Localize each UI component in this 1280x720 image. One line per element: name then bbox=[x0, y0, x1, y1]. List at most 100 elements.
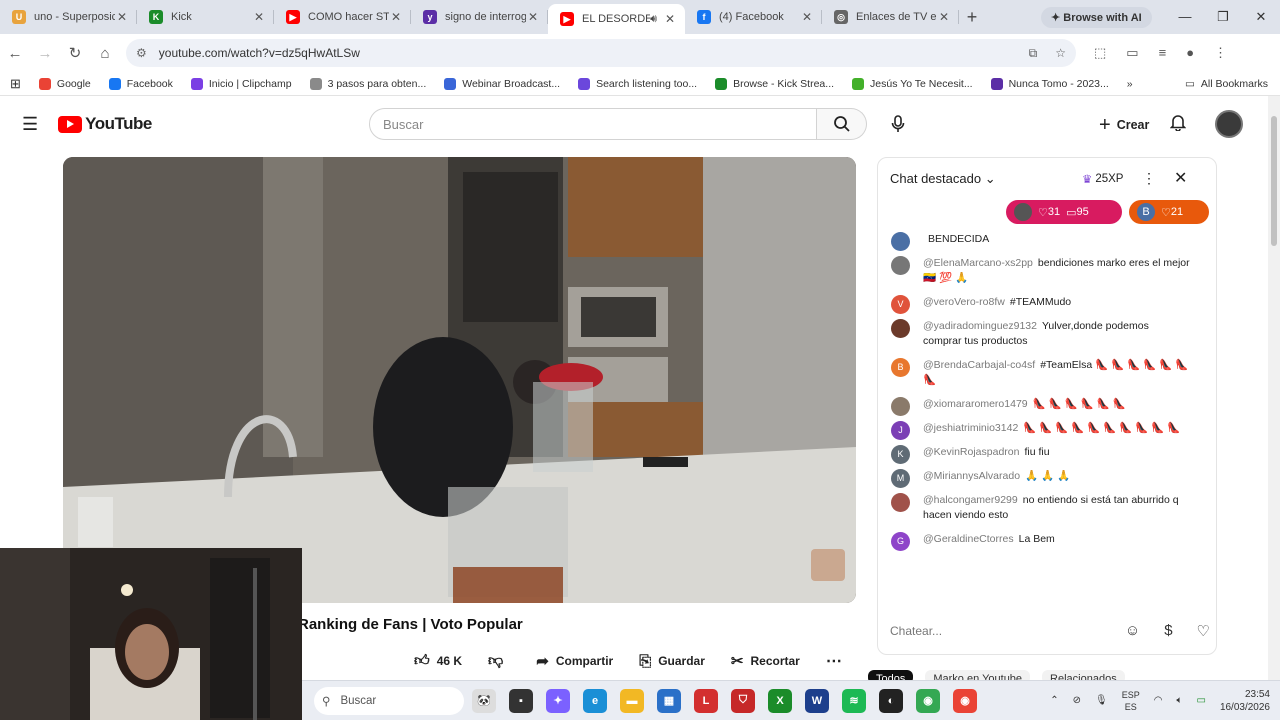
chat-avatar[interactable]: M bbox=[891, 469, 910, 488]
chat-avatar[interactable] bbox=[891, 493, 910, 512]
clock[interactable]: 23:54 16/03/2026 bbox=[1220, 688, 1270, 714]
media-icon[interactable]: ≡ bbox=[1159, 45, 1167, 61]
chat-avatar[interactable]: V bbox=[891, 295, 910, 314]
chat-author[interactable]: @jeshiatriminio3142 bbox=[923, 422, 1018, 434]
chat-author[interactable]: @ElenaMarcano-xs2pp bbox=[923, 257, 1033, 269]
chat-author[interactable]: @GeraldineCtorres bbox=[923, 533, 1014, 545]
engagement-pill-1[interactable]: ♡ 31 ▭ 95 bbox=[1006, 200, 1122, 224]
install-app-icon[interactable]: ⧉ bbox=[1029, 46, 1038, 61]
site-info-icon[interactable]: ⚙ bbox=[136, 46, 147, 60]
browser-tab[interactable]: ▶ COMO hacer STR ✕ bbox=[274, 0, 411, 34]
mic-icon[interactable] bbox=[884, 110, 912, 138]
chat-avatar[interactable]: B bbox=[891, 358, 910, 377]
wifi-icon[interactable]: ◠ bbox=[1154, 695, 1163, 706]
forward-icon[interactable]: → bbox=[30, 45, 60, 62]
copilot-icon[interactable]: ✦ bbox=[546, 688, 570, 713]
minimize-icon[interactable]: — bbox=[1166, 9, 1204, 25]
engagement-pill-2[interactable]: B ♡ 21 bbox=[1129, 200, 1209, 224]
back-icon[interactable]: ← bbox=[0, 45, 30, 62]
clip-button[interactable]: ✂ Recortar bbox=[731, 652, 800, 670]
panda-icon[interactable]: 🐼 bbox=[472, 688, 496, 713]
tab-close-icon[interactable]: ✕ bbox=[800, 10, 814, 24]
share-button[interactable]: ➦ Compartir bbox=[536, 652, 613, 670]
page-scrollbar[interactable] bbox=[1268, 96, 1280, 680]
dislike-button[interactable]: 👎︎ bbox=[488, 652, 510, 670]
save-button[interactable]: ⎘ Guardar bbox=[639, 653, 705, 670]
browse-with-ai-button[interactable]: ✦ Browse with AI bbox=[1041, 6, 1152, 28]
taskbar-search[interactable]: ⚲ Buscar bbox=[314, 686, 464, 715]
bookmark-item[interactable]: Jesús Yo Te Necesit... bbox=[852, 77, 973, 90]
menu-icon[interactable]: ☰ bbox=[22, 114, 38, 135]
chat-mode-dropdown[interactable]: Chat destacado ⌄ bbox=[890, 171, 996, 187]
chat-author[interactable]: @yadiradominguez9132 bbox=[923, 320, 1037, 332]
notifications-bell-icon[interactable] bbox=[1169, 113, 1187, 136]
chat-avatar[interactable] bbox=[891, 319, 910, 338]
edge-icon[interactable]: e bbox=[583, 688, 607, 713]
tab-close-icon[interactable]: ✕ bbox=[252, 10, 266, 24]
chat-scrollbar[interactable] bbox=[1196, 236, 1200, 606]
home-icon[interactable]: ⌂ bbox=[90, 45, 120, 62]
create-button[interactable]: + Crear bbox=[1087, 110, 1161, 140]
browser-tab[interactable]: K Kick ✕ bbox=[137, 0, 274, 34]
webex-icon[interactable]: W bbox=[805, 688, 829, 713]
tab-close-icon[interactable]: ✕ bbox=[115, 10, 129, 24]
bookmark-item[interactable]: Search listening too... bbox=[578, 77, 697, 90]
bookmark-item[interactable]: Browse - Kick Strea... bbox=[715, 77, 834, 90]
volume-icon[interactable]: 🔈︎ bbox=[1176, 695, 1182, 706]
sidebar-icon[interactable]: ▭ bbox=[1126, 45, 1138, 61]
chat-author[interactable]: @veroVero-ro8fw bbox=[923, 296, 1005, 308]
chat-author[interactable]: @BrendaCarbajal-co4sf bbox=[923, 359, 1035, 371]
heart-icon[interactable]: ♡ bbox=[1197, 622, 1210, 640]
chat-avatar[interactable] bbox=[891, 256, 910, 275]
browser-menu-icon[interactable]: ⋮ bbox=[1214, 45, 1227, 61]
xp-badge[interactable]: ♛ 25XP bbox=[1082, 172, 1123, 186]
apps-grid-icon[interactable]: ⊞ bbox=[10, 76, 21, 92]
account-avatar[interactable] bbox=[1215, 110, 1243, 138]
chat-menu-icon[interactable]: ⋮ bbox=[1142, 170, 1156, 187]
chrome-icon[interactable]: ◉ bbox=[916, 688, 940, 713]
no-network-icon[interactable]: ⊘ bbox=[1073, 695, 1081, 706]
super-chat-icon[interactable]: $ bbox=[1164, 622, 1172, 640]
chat-avatar[interactable] bbox=[891, 232, 910, 251]
browser-tab[interactable]: y signo de interrog ✕ bbox=[411, 0, 548, 34]
profile-icon[interactable]: ● bbox=[1186, 45, 1194, 61]
video-player[interactable] bbox=[63, 157, 856, 603]
chat-avatar[interactable]: K bbox=[891, 445, 910, 464]
youtube-logo[interactable]: YouTube bbox=[58, 114, 152, 134]
spotify-icon[interactable]: ≋ bbox=[842, 688, 866, 713]
bookmark-star-icon[interactable]: ☆ bbox=[1055, 46, 1066, 61]
more-actions-icon[interactable]: ⋯ bbox=[826, 651, 842, 671]
app-dark-icon[interactable]: ◐ bbox=[879, 688, 903, 713]
window-close-icon[interactable]: ✕ bbox=[1242, 9, 1280, 25]
chat-avatar[interactable] bbox=[891, 397, 910, 416]
address-bar[interactable]: ⚙ youtube.com/watch?v=dz5qHwAtLSw ⧉ ☆ bbox=[126, 39, 1076, 67]
browser-tab[interactable]: ◎ Enlaces de TV en ✕ bbox=[822, 0, 959, 34]
speaker-icon[interactable]: 🔊︎ bbox=[650, 13, 657, 26]
bookmarks-overflow-icon[interactable]: » bbox=[1127, 78, 1133, 90]
bookmark-item[interactable]: Inicio | Clipchamp bbox=[190, 77, 292, 90]
chevron-up-icon[interactable]: ⌃ bbox=[1050, 695, 1058, 706]
chat-author[interactable]: @halcongamer9299 bbox=[923, 494, 1018, 506]
search-input[interactable]: Buscar bbox=[369, 108, 817, 140]
all-bookmarks-button[interactable]: ▭ All Bookmarks bbox=[1185, 78, 1268, 90]
battery-icon[interactable]: ▭ bbox=[1196, 695, 1205, 706]
page-scrollbar-thumb[interactable] bbox=[1271, 116, 1277, 246]
chat-author[interactable]: @KevinRojaspadron bbox=[923, 446, 1019, 458]
xbox-icon[interactable]: X bbox=[768, 688, 792, 713]
bookmark-item[interactable]: 3 pasos para obten... bbox=[309, 77, 426, 90]
tab-close-icon[interactable]: ✕ bbox=[389, 10, 403, 24]
store-icon[interactable]: ▦ bbox=[657, 688, 681, 713]
bookmark-item[interactable]: Nunca Tomo - 2023... bbox=[990, 77, 1109, 90]
shield-icon[interactable]: ⛉ bbox=[731, 688, 755, 713]
reload-icon[interactable]: ↻ bbox=[60, 44, 90, 62]
chat-input[interactable]: Chatear... ☺ $ ♡ bbox=[890, 620, 1210, 642]
browser-tab[interactable]: ▶ EL DESORDEN🔊︎ ✕ bbox=[548, 4, 685, 34]
bookmark-item[interactable]: Google bbox=[38, 77, 91, 90]
chat-avatar[interactable]: G bbox=[891, 532, 910, 551]
mic-tray-icon[interactable]: 🎙︎ bbox=[1095, 695, 1108, 706]
file-explorer-dark-icon[interactable]: ▪ bbox=[509, 688, 533, 713]
bookmark-item[interactable]: Facebook bbox=[108, 77, 173, 90]
emoji-icon[interactable]: ☺ bbox=[1125, 622, 1140, 640]
like-button[interactable]: 👍︎ 46 K bbox=[414, 652, 462, 670]
chat-author[interactable]: @MiriannysAlvarado bbox=[923, 470, 1020, 482]
